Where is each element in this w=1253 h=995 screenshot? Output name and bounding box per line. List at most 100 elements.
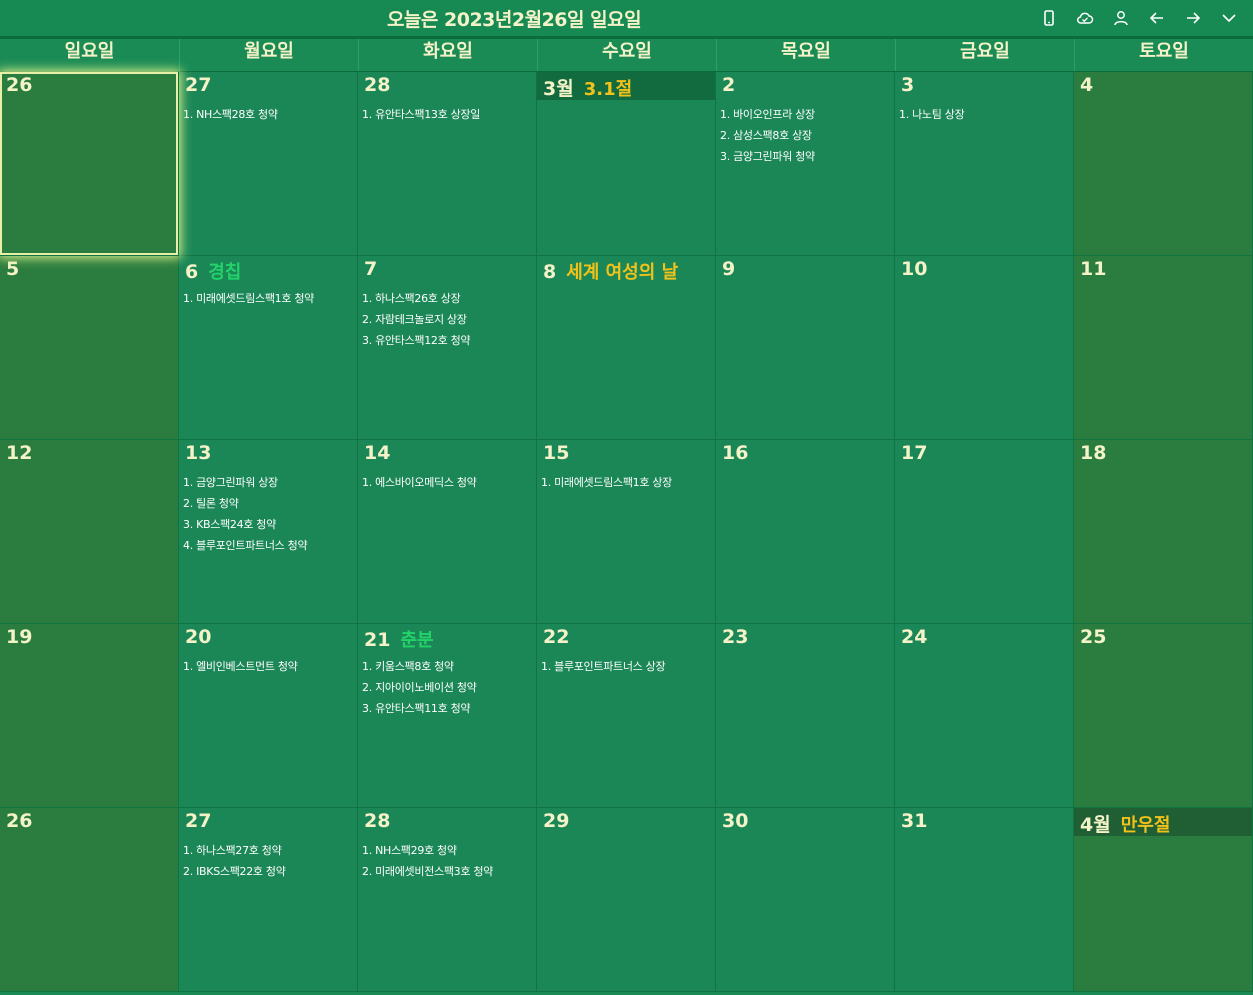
day-cell[interactable]: 5 (0, 256, 179, 440)
event-item[interactable]: 2. 틸론 청약 (183, 493, 355, 514)
event-item[interactable]: 1. 미래에셋드림스팩1호 상장 (541, 472, 713, 493)
day-cell[interactable]: 4월 만우절 (1074, 808, 1253, 992)
event-item[interactable]: 1. 엘비인베스트먼트 청약 (183, 656, 355, 677)
day-cell[interactable]: 25 (1074, 624, 1253, 808)
day-cell[interactable]: 3 1. 나노팀 상장 (895, 72, 1074, 256)
day-number: 14 (364, 442, 390, 466)
day-number: 10 (901, 258, 927, 282)
day-number: 20 (185, 626, 211, 650)
day-cell[interactable]: 3월 3.1절 (537, 72, 716, 256)
day-cell[interactable]: 19 (0, 624, 179, 808)
day-cell[interactable]: 16 (716, 440, 895, 624)
phone-icon[interactable] (1031, 6, 1067, 30)
day-number: 7 (364, 258, 377, 282)
day-cell[interactable]: 7 1. 하나스팩26호 상장 2. 자람테크놀로지 상장 3. 유안타스팩12호 청… (358, 256, 537, 440)
day-cell[interactable]: 24 (895, 624, 1074, 808)
event-item[interactable]: 1. NH스팩28호 청약 (183, 104, 355, 125)
weekday-label: 목요일 (716, 39, 895, 71)
day-number-label: 25 (1080, 626, 1107, 648)
event-list: 1. 나노팀 상장 (899, 104, 1071, 125)
day-number-label: 27 (185, 74, 212, 96)
day-cell[interactable]: 12 (0, 440, 179, 624)
day-number: 5 (6, 258, 19, 282)
event-item[interactable]: 2. IBKS스팩22호 청약 (183, 861, 355, 882)
day-number: 11 (1080, 258, 1106, 282)
day-cell[interactable]: 22 1. 블루포인트파트너스 상장 (537, 624, 716, 808)
day-number: 6 경칩 (185, 258, 241, 283)
event-item[interactable]: 1. 나노팀 상장 (899, 104, 1071, 125)
holiday-label: 만우절 (1120, 815, 1171, 836)
day-number: 3월 3.1절 (543, 74, 632, 100)
day-cell[interactable]: 6 경칩 1. 미래에셋드림스팩1호 청약 (179, 256, 358, 440)
event-item[interactable]: 3. 유안타스팩11호 청약 (362, 698, 534, 719)
day-cell-today[interactable]: 26 (0, 72, 179, 256)
event-item[interactable]: 1. 미래에셋드림스팩1호 청약 (183, 288, 355, 309)
event-item[interactable]: 1. 금양그린파워 상장 (183, 472, 355, 493)
event-list: 1. 미래에셋드림스팩1호 상장 (541, 472, 713, 493)
day-number: 26 (6, 810, 32, 834)
weekday-label: 일요일 (64, 41, 115, 62)
day-number: 30 (722, 810, 748, 834)
event-item[interactable]: 2. 지아이이노베이션 청약 (362, 677, 534, 698)
event-item[interactable]: 1. NH스팩29호 청약 (362, 840, 534, 861)
event-list: 1. 엘비인베스트먼트 청약 (183, 656, 355, 677)
day-number-label: 26 (6, 810, 33, 832)
day-number: 28 (364, 810, 390, 834)
event-item[interactable]: 2. 삼성스팩8호 상장 (720, 125, 892, 146)
arrow-right-icon[interactable] (1175, 6, 1211, 30)
day-cell[interactable]: 28 1. 유안타스팩13호 상장일 (358, 72, 537, 256)
user-icon[interactable] (1103, 6, 1139, 30)
day-cell[interactable]: 10 (895, 256, 1074, 440)
day-cell[interactable]: 21 춘분 1. 키움스팩8호 청약 2. 지아이이노베이션 청약 3. 유안타스팩11… (358, 624, 537, 808)
event-item[interactable]: 3. KB스팩24호 청약 (183, 514, 355, 535)
day-cell[interactable]: 13 1. 금양그린파워 상장 2. 틸론 청약 3. KB스팩24호 청약 4. 블루… (179, 440, 358, 624)
day-number-label: 16 (722, 442, 749, 464)
day-number: 19 (6, 626, 32, 650)
day-number-label: 29 (543, 810, 570, 832)
day-cell[interactable]: 30 (716, 808, 895, 992)
event-item[interactable]: 1. 유안타스팩13호 상장일 (362, 104, 534, 125)
day-cell[interactable]: 27 1. 하나스팩27호 청약 2. IBKS스팩22호 청약 (179, 808, 358, 992)
day-number-label: 17 (901, 442, 928, 464)
event-item[interactable]: 1. 하나스팩27호 청약 (183, 840, 355, 861)
day-cell[interactable]: 2 1. 바이오인프라 상장 2. 삼성스팩8호 상장 3. 금양그린파워 청약 (716, 72, 895, 256)
event-item[interactable]: 1. 블루포인트파트너스 상장 (541, 656, 713, 677)
event-item[interactable]: 1. 바이오인프라 상장 (720, 104, 892, 125)
day-cell[interactable]: 26 (0, 808, 179, 992)
day-cell[interactable]: 29 (537, 808, 716, 992)
arrow-left-icon[interactable] (1139, 6, 1175, 30)
event-list: 1. 하나스팩26호 상장 2. 자람테크놀로지 상장 3. 유안타스팩12호 청약 (362, 288, 534, 351)
event-item[interactable]: 2. 자람테크놀로지 상장 (362, 309, 534, 330)
day-cell[interactable]: 8 세계 여성의 날 (537, 256, 716, 440)
day-number-label: 11 (1080, 258, 1107, 280)
day-cell[interactable]: 4 (1074, 72, 1253, 256)
day-cell[interactable]: 14 1. 에스바이오메딕스 청약 (358, 440, 537, 624)
day-cell[interactable]: 17 (895, 440, 1074, 624)
day-cell[interactable]: 28 1. NH스팩29호 청약 2. 미래에셋비전스팩3호 청약 (358, 808, 537, 992)
day-cell[interactable]: 23 (716, 624, 895, 808)
day-cell[interactable]: 20 1. 엘비인베스트먼트 청약 (179, 624, 358, 808)
day-number-label: 15 (543, 442, 570, 464)
day-cell[interactable]: 9 (716, 256, 895, 440)
event-item[interactable]: 1. 에스바이오메딕스 청약 (362, 472, 534, 493)
day-cell[interactable]: 31 (895, 808, 1074, 992)
day-cell[interactable]: 11 (1074, 256, 1253, 440)
day-number-label: 10 (901, 258, 928, 280)
event-item[interactable]: 4. 블루포인트파트너스 청약 (183, 535, 355, 556)
week-row: 26 27 1. NH스팩28호 청약 28 1. 유안타스팩13호 상장일 3월 3.1절… (0, 72, 1253, 256)
day-cell[interactable]: 15 1. 미래에셋드림스팩1호 상장 (537, 440, 716, 624)
cloud-sync-icon[interactable] (1067, 6, 1103, 30)
day-number-label: 23 (722, 626, 749, 648)
event-item[interactable]: 2. 미래에셋비전스팩3호 청약 (362, 861, 534, 882)
event-item[interactable]: 1. 하나스팩26호 상장 (362, 288, 534, 309)
day-cell[interactable]: 18 (1074, 440, 1253, 624)
weekday-label: 월요일 (179, 39, 358, 71)
chevron-down-icon[interactable] (1211, 6, 1247, 30)
event-item[interactable]: 3. 금양그린파워 청약 (720, 146, 892, 167)
event-list: 1. 유안타스팩13호 상장일 (362, 104, 534, 125)
holiday-label: 춘분 (400, 630, 434, 651)
day-number: 16 (722, 442, 748, 466)
event-item[interactable]: 1. 키움스팩8호 청약 (362, 656, 534, 677)
event-item[interactable]: 3. 유안타스팩12호 청약 (362, 330, 534, 351)
day-cell[interactable]: 27 1. NH스팩28호 청약 (179, 72, 358, 256)
